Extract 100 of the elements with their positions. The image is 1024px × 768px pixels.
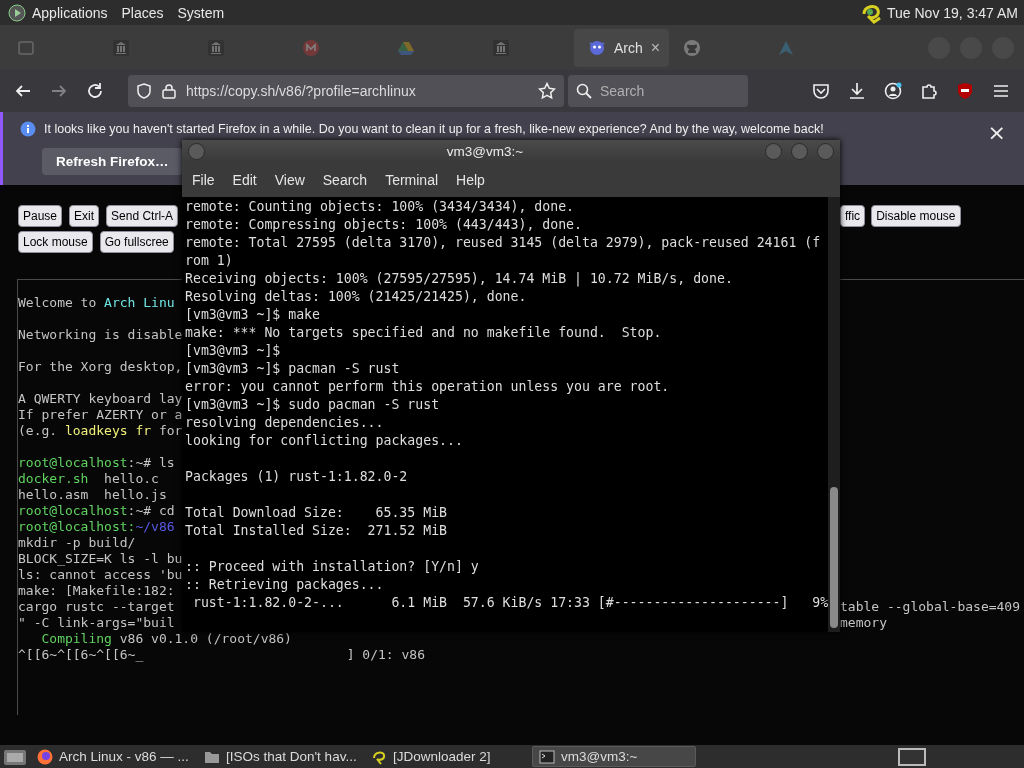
- shield-icon: [136, 83, 152, 99]
- console-line: BLOCK_SIZE=K ls -l bu: [18, 551, 183, 567]
- tab-icon: [18, 39, 34, 56]
- console-line: cargo rustc --target: [18, 599, 176, 615]
- window-menu-button[interactable]: [188, 142, 205, 160]
- address-bar[interactable]: https://copy.sh/v86/?profile=archlinux: [128, 75, 564, 107]
- taskbar-item[interactable]: [ISOs that Don't hav...: [198, 746, 362, 767]
- console-line: ls: cannot access 'bu: [18, 567, 183, 583]
- menu-item[interactable]: View: [274, 171, 314, 188]
- app-menu-icon[interactable]: [8, 3, 26, 22]
- bank-icon: [113, 39, 129, 56]
- terminal-line: Packages (1) rust-1:1.82.0-2: [185, 468, 409, 486]
- terminal-line: :: Retrieving packages...: [185, 576, 385, 594]
- console-line: " -C link-args="buil: [18, 615, 176, 631]
- scrollbar-thumb[interactable]: [830, 487, 838, 628]
- console-line: memory: [840, 615, 888, 631]
- terminal-line: :: Proceed with installation? [Y/n] y: [185, 558, 480, 576]
- console-line: docker.sh hello.c: [18, 471, 160, 487]
- console-line: For the Xorg desktop,: [18, 359, 183, 375]
- lock-icon: [162, 83, 176, 99]
- menu-item[interactable]: Places: [121, 4, 164, 21]
- scrollbar[interactable]: [828, 197, 840, 632]
- terminal-line: Receiving objects: 100% (27595/27595), 14.74 MiB | 10.72 MiB/s, done.: [185, 270, 734, 288]
- console-line: make: [Makefile:182:: [18, 583, 176, 599]
- window-title: vm3@vm3:~: [445, 143, 525, 159]
- page-button[interactable]: Go fullscree: [99, 231, 174, 253]
- menu-item[interactable]: Help: [456, 171, 494, 188]
- console-line: Welcome to Arch Linu: [18, 295, 176, 311]
- terminal-icon: [539, 748, 555, 765]
- info-icon: [20, 121, 36, 137]
- star-icon[interactable]: [538, 82, 556, 100]
- pocket-icon[interactable]: [812, 82, 830, 100]
- taskbar-item[interactable]: [JDownloader 2]: [365, 746, 529, 767]
- page-button[interactable]: Exit: [69, 205, 100, 227]
- download-icon[interactable]: [848, 82, 866, 100]
- terminal-line: [vm3@vm3 ~]$: [185, 342, 282, 360]
- terminal-line: remote: Total 27595 (delta 3170), reused 3145 (delta 2979), pack-reused 24161 (f: [185, 234, 822, 252]
- terminal-line: error: you cannot perform this operation unless you are root.: [185, 378, 671, 396]
- clock: Tue Nov 19, 3:47 AM: [887, 4, 1018, 21]
- menu-item[interactable]: System: [177, 4, 225, 21]
- page-button[interactable]: ffic: [840, 205, 866, 227]
- terminal-line: make: *** No targets specified and no makefile found. Stop.: [185, 324, 663, 342]
- console-line: table --global-base=409: [840, 599, 1020, 615]
- url-text: https://copy.sh/v86/?profile=archlinux: [186, 83, 417, 99]
- bank-icon: [493, 39, 509, 56]
- mail-icon: [303, 39, 319, 56]
- console-line: Compiling v86 v0.1.0 (/root/v86): [40, 631, 293, 647]
- terminal-line: [vm3@vm3 ~]$ make: [185, 306, 321, 324]
- terminal-line: resolving dependencies...: [185, 414, 385, 432]
- notification-message: It looks like you haven't started Firefox in a while. Do you want to clean it up for a fresh, like-new experience? And by the way, welcome back!: [44, 122, 824, 136]
- console-line: root@localhost:~# ls: [18, 455, 176, 471]
- workspace-switcher[interactable]: [898, 747, 926, 766]
- terminal-line: [vm3@vm3 ~]$ pacman -S rust: [185, 360, 401, 378]
- terminal-line: remote: Counting objects: 100% (3434/3434), done.: [185, 198, 576, 216]
- terminal-line: remote: Compressing objects: 100% (443/443), done.: [185, 216, 583, 234]
- menu-item[interactable]: Terminal: [385, 171, 448, 188]
- taskbar-item[interactable]: vm3@vm3:~: [532, 746, 696, 767]
- menu-item[interactable]: Search: [322, 171, 377, 188]
- maximize-button[interactable]: [791, 142, 808, 160]
- firefox-icon: [37, 748, 53, 765]
- close-tab-button[interactable]: ×: [650, 38, 661, 57]
- account-icon[interactable]: [884, 82, 902, 100]
- search-icon: [576, 83, 592, 99]
- terminal-line: [vm3@vm3 ~]$ sudo pacman -S rust: [185, 396, 441, 414]
- search-field[interactable]: Search: [568, 75, 748, 107]
- menu-item[interactable]: Applications: [32, 4, 108, 21]
- close-button[interactable]: ×: [987, 122, 1006, 144]
- page-button[interactable]: Disable mouse: [871, 205, 961, 227]
- tab-title: Arch: [614, 39, 643, 56]
- console-line: mkdir -p build/: [18, 535, 137, 551]
- console-line: hello.asm hello.js: [18, 487, 168, 503]
- close-button[interactable]: [817, 142, 834, 160]
- browser-tab[interactable]: Arch ×: [574, 28, 669, 67]
- console-line: If prefer AZERTY or a: [18, 407, 183, 423]
- drive-icon: [398, 39, 414, 56]
- menu-item[interactable]: File: [192, 171, 224, 188]
- console-line: ^[[6~^[[6~^[[6~_ ] 0/1: v86: [18, 647, 426, 663]
- reload-icon[interactable]: [86, 82, 104, 100]
- refresh-button[interactable]: Refresh Firefox…: [42, 148, 183, 175]
- terminal-line: rom 1): [185, 252, 234, 270]
- menu-icon[interactable]: [992, 82, 1010, 100]
- puzzle-icon[interactable]: [920, 82, 938, 100]
- terminal-line: Total Installed Size: 271.52 MiB: [185, 522, 448, 540]
- console-line: root@localhost:~/v86: [18, 519, 176, 535]
- peak-icon: [778, 39, 794, 56]
- minimize-button[interactable]: [765, 142, 782, 160]
- terminal-line: Resolving deltas: 100% (21425/21425), done.: [185, 288, 528, 306]
- page-button[interactable]: Send Ctrl-A: [106, 205, 179, 227]
- console-line: (e.g. loadkeys fr for: [18, 423, 183, 439]
- taskbar-item[interactable]: Arch Linux - v86 — ...: [31, 746, 195, 767]
- bank-icon: [208, 39, 224, 56]
- console-line: A QWERTY keyboard lay: [18, 391, 183, 407]
- shield-badge-icon[interactable]: [956, 82, 974, 100]
- alien-icon: [588, 38, 606, 57]
- page-button[interactable]: Lock mouse: [18, 231, 93, 253]
- page-button[interactable]: Pause: [18, 205, 63, 227]
- menu-item[interactable]: Edit: [232, 171, 266, 188]
- console-line: root@localhost:~# cd: [18, 503, 176, 519]
- console-line: Networking is disable: [18, 327, 183, 343]
- terminal-line: looking for conflicting packages...: [185, 432, 464, 450]
